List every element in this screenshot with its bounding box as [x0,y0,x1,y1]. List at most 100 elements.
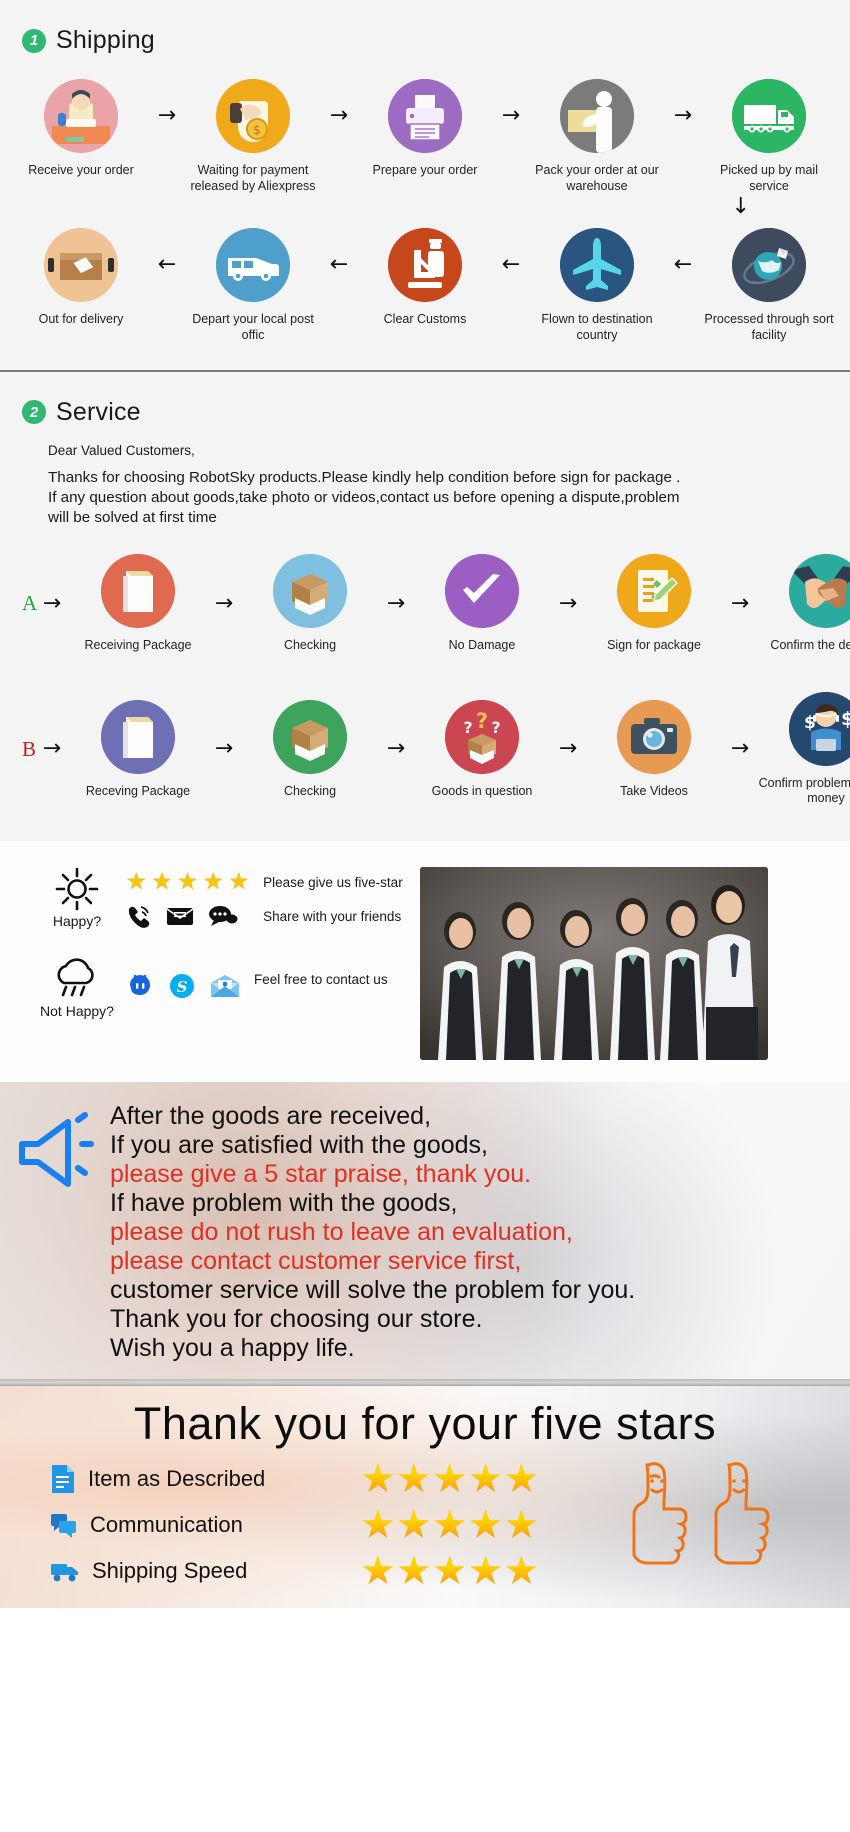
star-icon: ★ [395,1456,432,1503]
service-heading: 2 Service [0,372,850,427]
shipping-step-label: Receive your order [28,163,134,177]
notice-line-highlighted: please give a 5 star praise, thank you. [110,1160,532,1189]
customer-service-team-photo [420,867,768,1061]
service-step-label: Goods in question [431,783,533,798]
service-step-label: Take Videos [620,783,688,798]
svg-text:$: $ [804,713,816,733]
arrow-right-icon: → [730,590,750,616]
arrow-left-icon: ← [501,252,521,278]
not-happy-block: Not Happy? S Feel free to contact us [34,955,420,1019]
notice-line-highlighted: please do not rush to leave an evaluatio… [110,1218,573,1247]
star-icon: ★ [395,1548,432,1595]
service-step-label: Receiving Package [84,638,192,653]
rating-label: Item as Described [88,1466,266,1492]
document-icon [52,1465,74,1494]
star-icon: ★ [431,1548,468,1595]
shipping-step-label: Depart your local post offic [192,312,314,342]
shipping-step-picked-up: Picked up by mail service [705,79,833,194]
arrow-left-icon: ← [329,252,349,278]
product-description-page: 1 Shipping Receive your order → $ Waitin… [0,0,850,1609]
star-icon: ★ [503,1548,540,1595]
open-mail-icon [211,975,239,998]
star-row: ★ ★ ★ ★ ★ [360,1548,590,1594]
service-step-goods-in-question: ? ? ? Goods in question [418,699,546,800]
worker-package-icon [560,79,634,153]
sun-icon: Happy? [34,865,120,929]
star-icon: ★ [467,1502,504,1549]
service-step-label: Confirm the delivery [770,638,850,653]
shipping-step-label: Clear Customs [383,312,467,327]
happy-contact-icons [126,899,249,933]
contact-us-text: Feel free to contact us [254,971,388,987]
rain-cloud-icon: Not Happy? [34,955,120,1019]
printer-icon [388,79,462,153]
shipping-step-pack-order: Pack your order at our warehouse [533,79,661,194]
five-star-rating: ★ ★ ★ ★ ★ [126,865,249,899]
share-friends-text: Share with your friends [263,908,402,924]
aliwangwang-icon [130,974,150,996]
rating-stars-grid: ★ ★ ★ ★ ★ ★ ★ ★ ★ ★ ★ ★ ★ ★ ★ [360,1456,590,1594]
truck-icon [51,1564,78,1582]
parcel-box-icon [44,228,118,303]
skype-icon: S [170,974,194,999]
globe-sorting-icon [732,228,806,303]
arrow-down-icon: ↓ [731,194,750,220]
arrow-right-icon: → [558,590,578,616]
thank-you-section: Thank you for your five stars Item as De… [0,1386,850,1609]
five-star-request-text: Please give us five-star [263,874,403,890]
notice-line: After the goods are received, [110,1102,432,1131]
service-step-no-damage: No Damage [418,554,546,654]
review-notice-section: After the goods are received, If you are… [0,1082,850,1380]
shipping-step-label: Out for delivery [38,312,124,327]
book-package-icon [101,699,175,774]
shipping-step-label: Waiting for payment released by Aliexpre… [190,163,316,193]
rating-row-item-as-described: Item as Described [50,1456,360,1502]
notice-line-highlighted: please contact customer service first, [110,1247,522,1276]
arrow-left-icon: ← [157,252,177,278]
arrow-right-icon: → [386,736,406,762]
happy-block: Happy? ★ ★ ★ ★ ★ Please give us five-sta… [34,865,420,933]
hand-coin-icon: $ [216,79,290,153]
arrow-right-icon: → [386,590,406,616]
star-icon: ★ [431,1456,468,1503]
arrow-right-icon: → [214,590,234,616]
shipping-step-waiting-payment: $ Waiting for payment released by Aliexp… [189,79,317,194]
star-icon: ★ [177,868,198,895]
service-step-confirm-delivery: Confirm the delivery [762,554,850,654]
feedback-moods: Happy? ★ ★ ★ ★ ★ Please give us five-sta… [0,865,420,1060]
service-message: Dear Valued Customers, Thanks for choosi… [0,427,850,529]
svg-text:?: ? [463,718,472,737]
star-icon: ★ [503,1502,540,1549]
arrow-right-icon: → [214,736,234,762]
envelope-icon [166,908,194,926]
notice-line: Thank you for choosing our store. [110,1305,483,1334]
service-flow-row-b: B → Receving Package → Checking → ? ? ? … [0,691,850,807]
shipping-step-flown-destination: Flown to destination country [533,228,661,343]
service-step-label: No Damage [448,638,516,653]
star-icon: ★ [395,1502,432,1549]
svg-text:?: ? [491,718,500,737]
shipping-flow-row-1: Receive your order → $ Waiting for payme… [0,79,850,194]
arrow-right-icon: → [501,103,521,128]
service-step-label: Sign for package [607,638,701,653]
notice-line: If you are satisfied with the goods, [110,1131,488,1160]
shipping-step-label: Picked up by mail service [720,163,818,193]
arrow-right-icon: → [42,590,62,616]
svg-text:S: S [177,978,188,996]
notice-line: If have problem with the goods, [110,1189,458,1218]
service-flow-row-a: A → Receiving Package → Checking → No Da… [0,554,850,654]
chat-bubble-icon [209,906,238,927]
question-box-icon: ? ? ? [445,699,519,774]
star-icon: ★ [360,1502,396,1549]
service-step-checking-b: Checking [246,699,374,800]
star-icon: ★ [202,868,224,895]
service-step-checking-a: Checking [246,554,374,654]
shipping-step-prepare-order: Prepare your order [361,79,489,179]
phone-ring-icon [128,906,150,928]
rating-label: Communication [90,1512,243,1538]
star-icon: ★ [431,1502,468,1549]
shipping-section: 1 Shipping Receive your order → $ Waitin… [0,0,850,370]
service-section: 2 Service Dear Valued Customers, Thanks … [0,371,850,842]
section-separator-bar [0,1379,850,1387]
star-row: ★ ★ ★ ★ ★ [360,1502,590,1548]
